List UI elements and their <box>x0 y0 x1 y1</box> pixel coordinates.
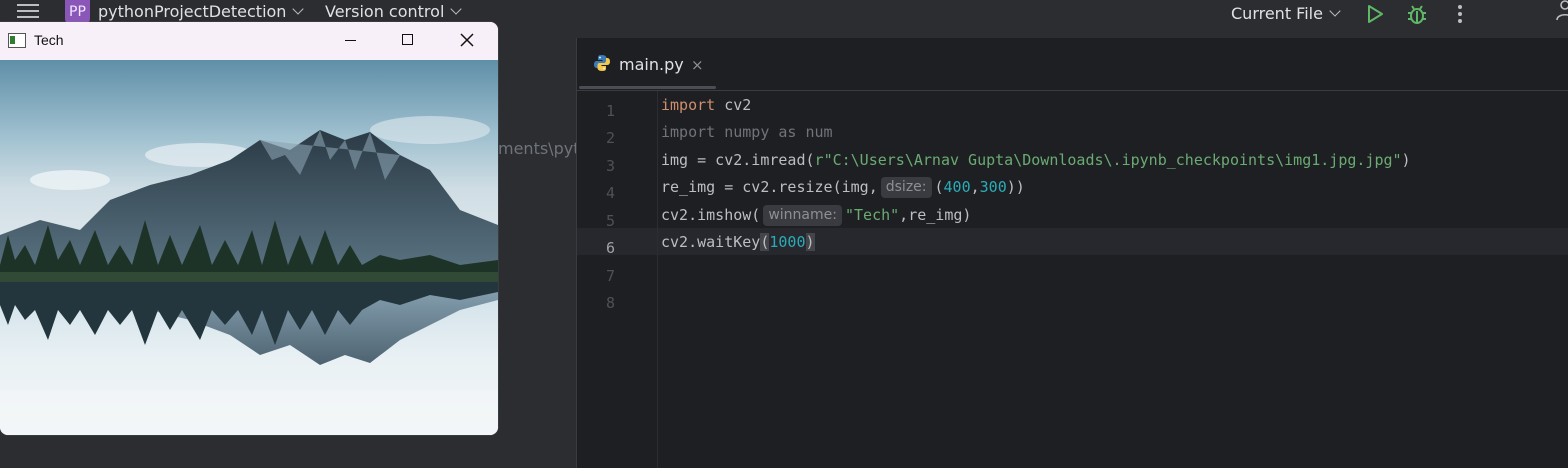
code-editor[interactable]: main.py × 1 2 3 4 5 6 7 8 import cv2 imp… <box>577 38 1568 468</box>
line-number: 1 <box>605 102 615 120</box>
more-actions-icon[interactable] <box>1450 3 1470 25</box>
code-line-1[interactable]: import cv2 <box>661 92 751 119</box>
parameter-hint: dsize: <box>880 177 932 198</box>
main-menu-icon[interactable] <box>17 1 39 21</box>
chevron-down-icon <box>1329 5 1341 17</box>
tab-label: main.py <box>619 55 684 74</box>
window-title: Tech <box>34 32 64 48</box>
code-line-3[interactable]: img = cv2.imread(r"C:\Users\Arnav Gupta\… <box>661 147 1411 174</box>
code-text: cv2 <box>715 96 752 114</box>
code-text: ( <box>934 178 944 196</box>
raw-prefix: r <box>814 151 824 169</box>
parameter-hint: winname: <box>763 205 842 226</box>
project-badge[interactable]: PP <box>65 0 90 24</box>
code-text: cv2.waitKey <box>661 233 761 251</box>
user-icon[interactable] <box>1555 0 1568 22</box>
line-number: 4 <box>605 184 615 202</box>
chevron-down-icon <box>292 3 305 15</box>
version-control-label: Version control <box>325 2 445 21</box>
editor-tab-bar: main.py × <box>577 38 1568 91</box>
run-configuration-selector[interactable]: Current File <box>1231 4 1341 23</box>
code-text: img = cv2.imread( <box>661 151 815 169</box>
line-number: 8 <box>605 294 615 312</box>
number-literal: 1000 <box>769 233 806 251</box>
code-line-5[interactable]: cv2.imshow(winname: "Tech",re_img) <box>661 202 971 229</box>
line-number-gutter[interactable]: 1 2 3 4 5 6 7 8 <box>577 91 657 468</box>
project-name: pythonProjectDetection <box>98 2 287 21</box>
number-literal: 300 <box>979 178 1007 196</box>
line-number-current: 6 <box>605 239 615 257</box>
project-selector[interactable]: pythonProjectDetection <box>98 2 305 21</box>
debug-icon[interactable] <box>1406 4 1428 24</box>
code-text: )) <box>1006 178 1025 196</box>
number-literal: 400 <box>943 178 971 196</box>
code-text: , <box>970 178 980 196</box>
unused-import: import numpy as num <box>661 123 833 141</box>
code-text: cv2.imshow( <box>661 206 761 224</box>
maximize-icon[interactable] <box>402 34 413 45</box>
code-line-2[interactable]: import numpy as num <box>661 119 833 146</box>
line-number: 2 <box>605 129 615 147</box>
close-icon[interactable] <box>458 31 476 49</box>
code-text: ) <box>1401 151 1411 169</box>
line-number: 7 <box>605 267 615 285</box>
code-line-4[interactable]: re_img = cv2.resize(img, dsize: (400,300)) <box>661 174 1025 201</box>
keyword: import <box>661 96 716 114</box>
string-literal: "C:\Users\Arnav Gupta\Downloads\.ipynb_c… <box>823 151 1402 169</box>
line-number: 3 <box>605 157 615 175</box>
python-file-icon <box>594 55 610 71</box>
app-window-icon <box>8 33 26 48</box>
close-icon[interactable]: × <box>691 56 704 74</box>
minimize-icon[interactable] <box>345 40 356 41</box>
code-text: re_img = cv2.resize(img, <box>661 178 878 196</box>
line-number: 5 <box>605 212 615 230</box>
matched-brace: ) <box>805 233 815 251</box>
version-control-menu[interactable]: Version control <box>325 2 463 21</box>
code-line-6[interactable]: cv2.waitKey(1000) <box>661 229 815 256</box>
run-icon[interactable] <box>1366 4 1384 24</box>
opencv-image-window[interactable]: Tech <box>0 22 498 435</box>
string-literal: "Tech" <box>844 206 900 224</box>
tab-active-indicator <box>579 86 716 89</box>
tab-main-py[interactable]: main.py × <box>577 38 717 90</box>
code-text: ,re_img) <box>899 206 972 224</box>
run-configuration-label: Current File <box>1231 4 1323 23</box>
gutter-separator <box>657 91 658 468</box>
project-path-text: ments\pyt <box>498 139 576 158</box>
chevron-down-icon <box>450 3 463 15</box>
window-titlebar[interactable]: Tech <box>0 22 498 60</box>
landscape-image <box>0 60 498 435</box>
